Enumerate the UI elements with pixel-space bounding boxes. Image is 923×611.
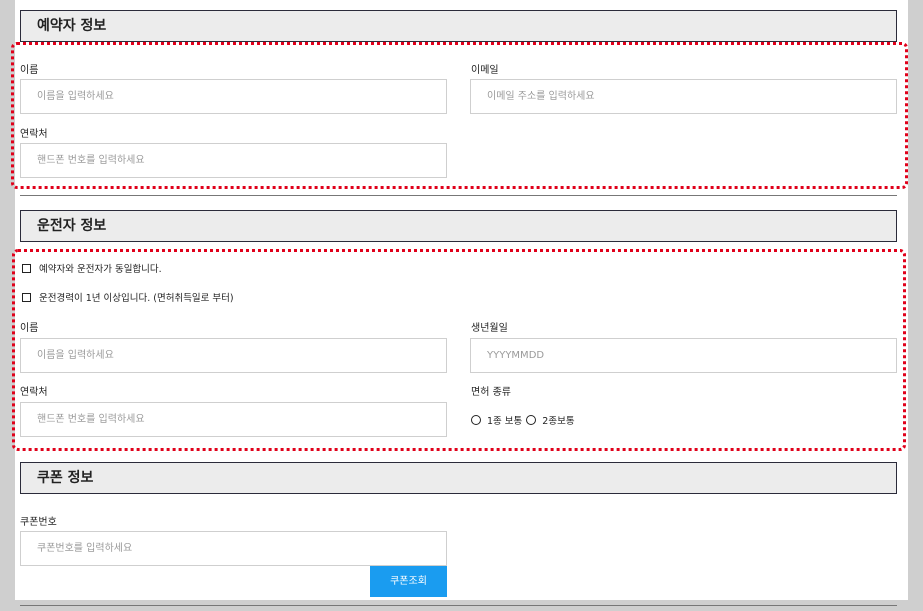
booker-name-input[interactable] — [20, 79, 447, 114]
same-as-booker-label: 예약자와 운전자가 동일합니다. — [39, 264, 162, 275]
booker-phone-input[interactable] — [20, 143, 447, 178]
booker-email-input[interactable] — [470, 79, 897, 114]
section-divider — [20, 195, 897, 196]
driver-section-title: 운전자 정보 — [20, 210, 897, 242]
booker-phone-label: 연락처 — [20, 129, 48, 140]
reservation-form: 예약자 정보 이름 이메일 연락처 운전자 정보 예약자와 운전자가 동일합니다… — [11, 0, 908, 600]
license-type-label: 면허 종류 — [471, 387, 511, 398]
experience-row[interactable]: 운전경력이 1년 이상입니다. (면허취득일로 부터) — [22, 290, 234, 304]
coupon-number-input[interactable] — [20, 531, 447, 566]
coupon-section-title: 쿠폰 정보 — [20, 462, 897, 494]
license-type-2-radio[interactable] — [526, 415, 537, 425]
experience-label: 운전경력이 1년 이상입니다. (면허취득일로 부터) — [39, 293, 234, 304]
license-type-1-radio[interactable] — [471, 415, 481, 425]
driver-birth-input[interactable] — [470, 338, 897, 373]
booker-name-label: 이름 — [20, 65, 39, 76]
same-as-booker-row[interactable]: 예약자와 운전자가 동일합니다. — [22, 261, 162, 275]
booker-email-label: 이메일 — [471, 65, 499, 76]
driver-birth-label: 생년월일 — [471, 323, 508, 334]
driver-phone-label: 연락처 — [20, 387, 48, 398]
license-type-1-label: 1종 보통 — [487, 416, 523, 427]
footer-divider — [20, 605, 897, 606]
experience-checkbox[interactable] — [22, 292, 31, 302]
driver-name-input[interactable] — [20, 338, 447, 373]
booker-section-title: 예약자 정보 — [20, 10, 897, 42]
coupon-number-label: 쿠폰번호 — [20, 517, 57, 528]
license-type-options: 1종 보통 2종보통 — [471, 413, 579, 427]
driver-name-label: 이름 — [20, 323, 39, 334]
driver-phone-input[interactable] — [20, 402, 447, 437]
license-type-2-label: 2종보통 — [542, 416, 575, 427]
same-as-booker-checkbox[interactable] — [22, 263, 31, 273]
coupon-lookup-button[interactable]: 쿠폰조회 — [370, 566, 447, 597]
